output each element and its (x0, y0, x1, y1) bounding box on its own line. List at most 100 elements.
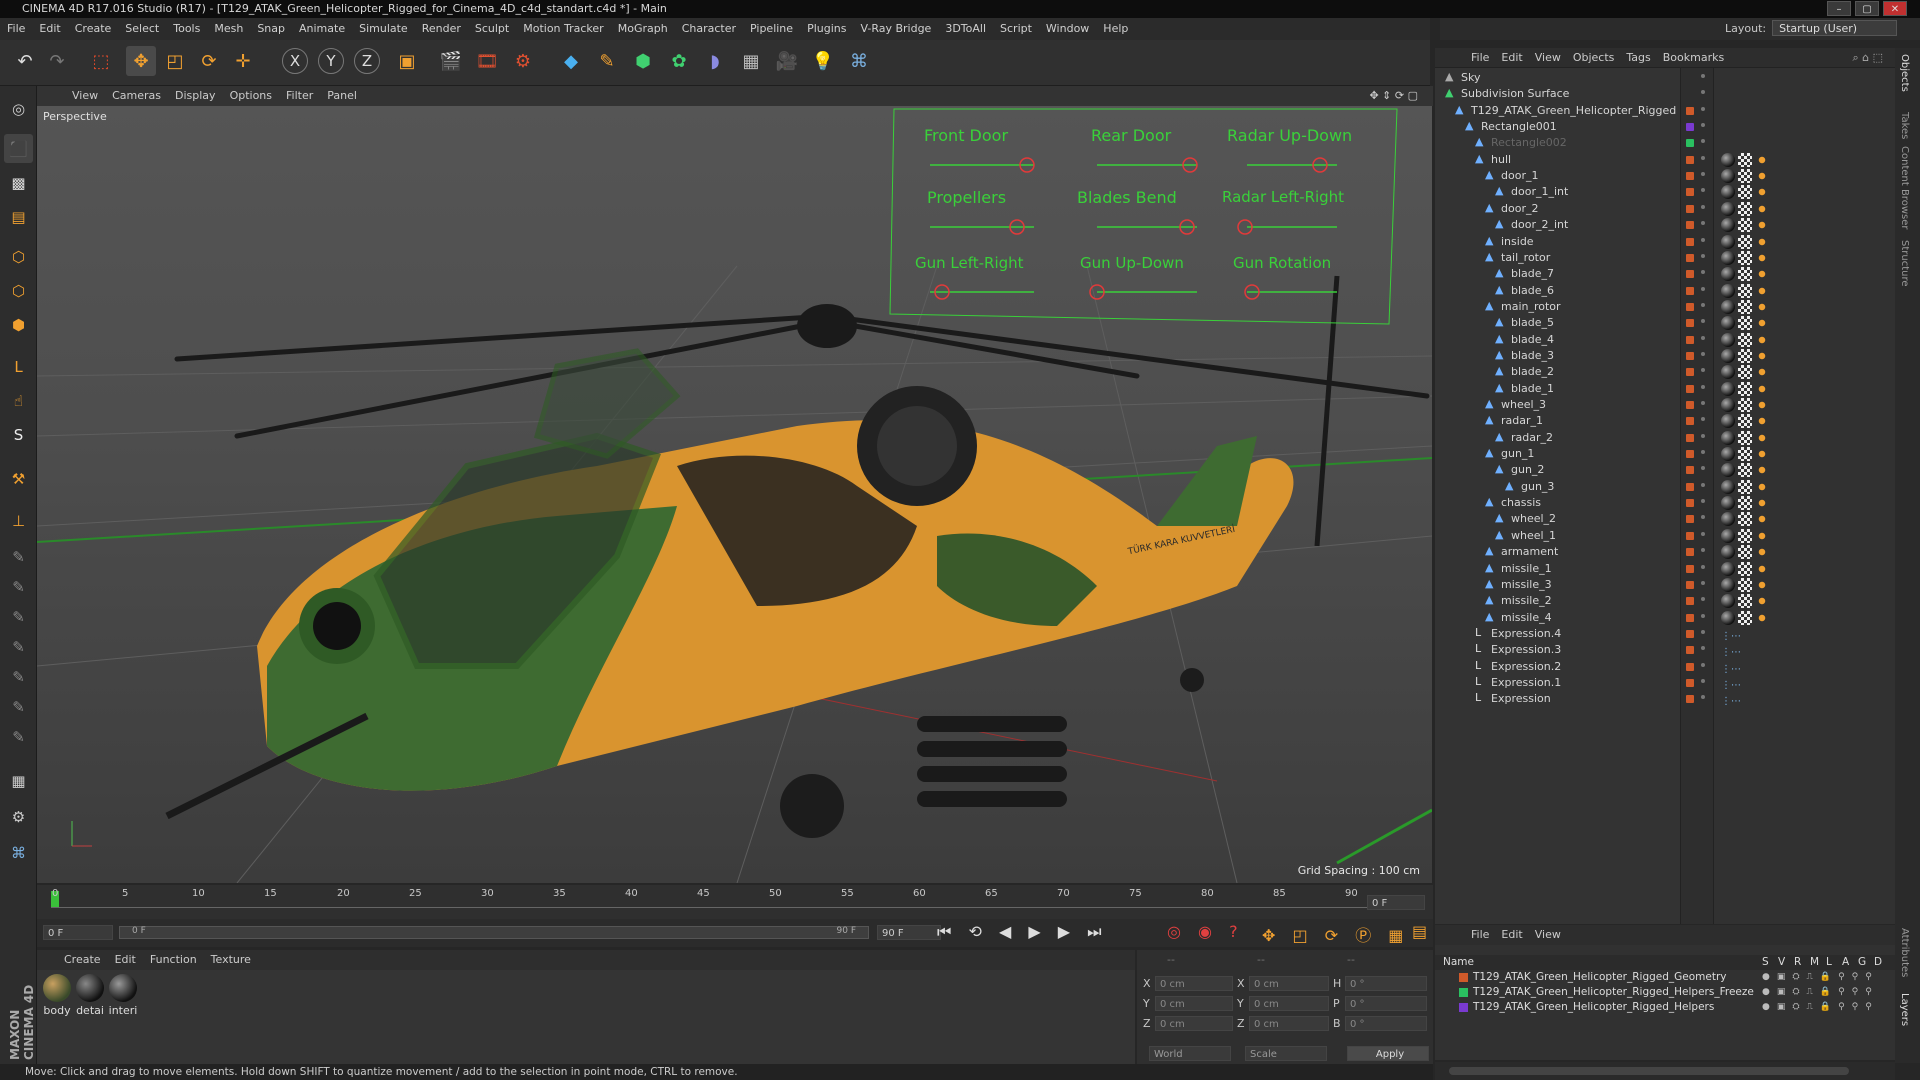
obj-menu-tags[interactable]: Tags (1620, 48, 1656, 68)
texture-tag-icon[interactable] (1738, 430, 1752, 445)
xpresso-tag-icon[interactable]: ⋮⋯ (1721, 627, 1741, 642)
texture-tag-icon[interactable] (1738, 316, 1752, 331)
horizontal-scrollbar[interactable] (1435, 1062, 1895, 1080)
scale-icon[interactable]: ◰ (160, 46, 190, 76)
visibility-dot[interactable] (1701, 482, 1705, 487)
rot-b-field[interactable]: 0 ° (1345, 1016, 1427, 1031)
light-icon[interactable]: 💡 (808, 46, 838, 76)
material-tag-icon[interactable] (1721, 496, 1735, 511)
menu-mesh[interactable]: Mesh (207, 18, 250, 40)
texture-tag-icon[interactable] (1738, 512, 1752, 527)
undo-icon[interactable]: ↶ (10, 46, 40, 76)
texture-mode-icon[interactable]: ▩ (4, 168, 33, 197)
xpresso-tag-icon[interactable]: ⋮⋯ (1721, 692, 1741, 707)
material-tag-icon[interactable] (1721, 577, 1735, 592)
sculpt-grab-icon[interactable]: ✎ (4, 692, 33, 721)
layer-menu-edit[interactable]: Edit (1495, 925, 1528, 945)
render-view-icon[interactable]: 🎬 (436, 46, 466, 76)
layer-flag-icons[interactable]: ●▣⛭⎍🔒⚲⚲⚲ (1762, 1000, 1879, 1015)
material-tag-icon[interactable] (1721, 545, 1735, 560)
material-tag-icon[interactable] (1721, 185, 1735, 200)
rotate-icon[interactable]: ⟳ (194, 46, 224, 76)
propellers-control[interactable]: Propellers (927, 188, 1006, 207)
vp-menu-options[interactable]: Options (223, 86, 279, 106)
coordinate-mode-dropdown[interactable]: World (1149, 1046, 1231, 1061)
layer-color-swatch[interactable] (1686, 417, 1694, 426)
visibility-dot[interactable] (1701, 139, 1705, 144)
perspective-viewport[interactable]: Front Door Rear Door Radar Up-Down Prope… (37, 106, 1432, 883)
visibility-dot[interactable] (1701, 450, 1705, 455)
menu-mograph[interactable]: MoGraph (611, 18, 675, 40)
scroll-thumb[interactable] (1449, 1067, 1849, 1075)
material-tag-icon[interactable] (1721, 414, 1735, 429)
rot-p-field[interactable]: 0 ° (1345, 996, 1427, 1011)
selection-tag-icon[interactable] (1755, 185, 1769, 200)
layer-color-swatch[interactable] (1686, 384, 1694, 393)
material-tag-icon[interactable] (1721, 398, 1735, 412)
layer-flag-icons[interactable]: ●▣⛭⎍🔒⚲⚲⚲ (1762, 970, 1879, 985)
tweak-mode-icon[interactable]: ☝ (4, 386, 33, 415)
render-settings-icon[interactable]: ⚙ (508, 46, 538, 76)
selection-tag-icon[interactable] (1755, 430, 1769, 445)
layer-color-swatch[interactable] (1686, 237, 1694, 246)
layer-color-swatch[interactable] (1686, 123, 1694, 132)
layer-color-swatch[interactable] (1686, 482, 1694, 491)
visibility-dot[interactable] (1701, 123, 1705, 128)
selection-tag-icon[interactable] (1755, 496, 1769, 511)
obj-menu-file[interactable]: File (1465, 48, 1495, 68)
gun-up-down-control[interactable]: Gun Up-Down (1080, 254, 1184, 272)
menu-script[interactable]: Script (993, 18, 1039, 40)
layer-color-swatch[interactable] (1686, 695, 1694, 704)
selection-tag-icon[interactable] (1755, 414, 1769, 429)
layer-color-swatch[interactable] (1459, 1003, 1468, 1012)
texture-tag-icon[interactable] (1738, 398, 1752, 412)
visibility-dot[interactable] (1701, 662, 1705, 667)
transport-controls[interactable]: ⏮ ⟲ ◀ ▶ ▶ ⏭ (937, 922, 1108, 942)
mat-menu-texture[interactable]: Texture (204, 950, 258, 970)
front-door-control[interactable]: Front Door (924, 126, 1008, 145)
visibility-dot[interactable] (1701, 499, 1705, 504)
mat-menu-edit[interactable]: Edit (108, 950, 143, 970)
menu-animate[interactable]: Animate (292, 18, 352, 40)
visibility-dot[interactable] (1701, 188, 1705, 193)
selection-tag-icon[interactable] (1755, 610, 1769, 625)
layer-color-swatch[interactable] (1686, 335, 1694, 344)
menu-plugins[interactable]: Plugins (800, 18, 853, 40)
layer-color-swatch[interactable] (1686, 466, 1694, 475)
material-tag-icon[interactable] (1721, 463, 1735, 478)
visibility-dot[interactable] (1701, 253, 1705, 258)
menu-vray-bridge[interactable]: V-Ray Bridge (853, 18, 938, 40)
lock-workplane-icon[interactable]: ▦ (4, 766, 33, 795)
make-editable-icon[interactable]: ◎ (4, 94, 33, 123)
texture-tag-icon[interactable] (1738, 561, 1752, 576)
layer-row[interactable]: T129_ATAK_Green_Helicopter_Rigged_Geomet… (1435, 970, 1895, 985)
texture-tag-icon[interactable] (1738, 267, 1752, 282)
layer-color-swatch[interactable] (1686, 188, 1694, 197)
texture-tag-icon[interactable] (1738, 169, 1752, 184)
start-frame-field[interactable]: 0 F (43, 925, 113, 940)
texture-tag-icon[interactable] (1738, 299, 1752, 314)
material-tag-icon[interactable] (1721, 430, 1735, 445)
texture-tag-icon[interactable] (1738, 185, 1752, 200)
layer-color-swatch[interactable] (1686, 155, 1694, 164)
sculpt-smooth-icon[interactable]: ✎ (4, 572, 33, 601)
layer-color-swatch[interactable] (1686, 580, 1694, 589)
visibility-dot[interactable] (1701, 417, 1705, 422)
texture-tag-icon[interactable] (1738, 218, 1752, 233)
visibility-dot[interactable] (1701, 237, 1705, 242)
layer-color-swatch[interactable] (1686, 597, 1694, 606)
material-tag-icon[interactable] (1721, 479, 1735, 494)
floor-icon[interactable]: ▦ (736, 46, 766, 76)
selection-tag-icon[interactable] (1755, 545, 1769, 560)
size-x-field[interactable]: 0 cm (1249, 976, 1329, 991)
cube-icon[interactable]: ◆ (556, 46, 586, 76)
sculpt-pinch-icon[interactable]: ✎ (4, 722, 33, 751)
material-tag-icon[interactable] (1721, 218, 1735, 233)
visibility-dot[interactable] (1701, 106, 1705, 111)
sculpt-flatten-icon[interactable]: ✎ (4, 632, 33, 661)
key-mode-controls[interactable]: ✥ ◰ ⟳ Ⓟ ▦ (1262, 922, 1409, 946)
polygons-mode-icon[interactable]: ⬢ (4, 310, 33, 339)
object-row[interactable]: L Expression ⋮⋯ (1435, 689, 1895, 709)
visibility-dot[interactable] (1701, 678, 1705, 683)
menu-3dtoall[interactable]: 3DToAll (938, 18, 993, 40)
